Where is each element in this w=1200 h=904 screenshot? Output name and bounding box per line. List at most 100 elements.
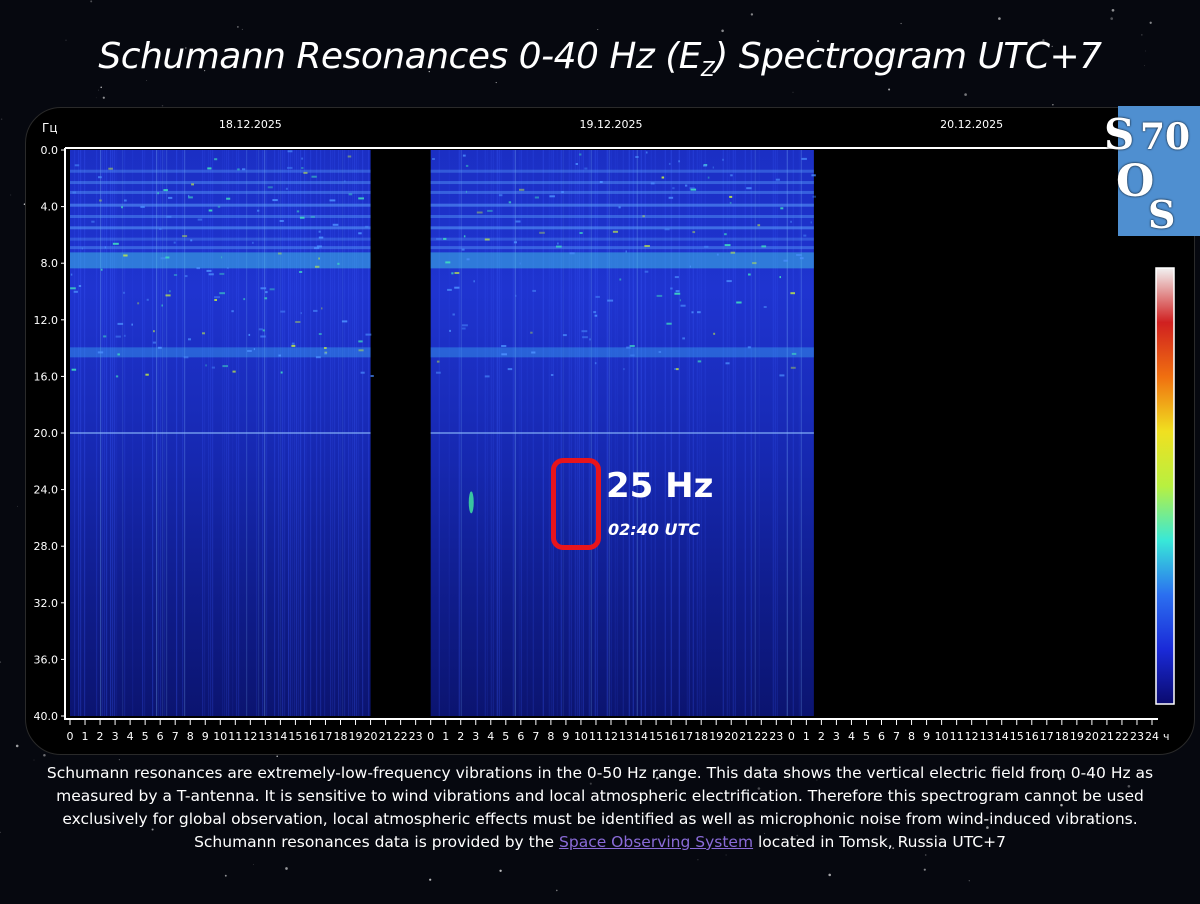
x-tick-label: 20	[1085, 730, 1099, 743]
signal-speckle	[593, 311, 597, 314]
signal-speckle	[115, 375, 119, 378]
signal-speckle	[329, 199, 336, 202]
signal-speckle	[315, 265, 320, 268]
signal-speckle	[315, 356, 321, 359]
signal-speckle	[131, 323, 133, 326]
signal-speckle	[358, 349, 364, 352]
x-tick-label: 6	[517, 730, 524, 743]
x-tick-label: 19	[349, 730, 363, 743]
x-tick-label: 22	[754, 730, 768, 743]
x-tick-label: 7	[172, 730, 179, 743]
signal-speckle	[452, 313, 455, 316]
y-tick-label: 20.0	[34, 427, 59, 440]
signal-speckle	[752, 262, 757, 265]
signal-speckle	[501, 353, 507, 356]
signal-speckle	[332, 223, 339, 226]
harmonic-line	[70, 215, 371, 219]
y-tick-label: 28.0	[34, 540, 59, 553]
signal-speckle	[775, 178, 780, 181]
signal-speckle	[531, 351, 536, 354]
signal-speckle	[436, 371, 441, 374]
signal-speckle	[272, 199, 278, 202]
signal-speckle	[650, 182, 655, 185]
signal-speckle	[252, 241, 254, 244]
x-tick-label: 15	[288, 730, 302, 743]
signal-speckle	[182, 235, 188, 238]
signal-speckle	[779, 374, 785, 377]
x-tick-label: 12	[965, 730, 979, 743]
signal-speckle	[300, 312, 302, 315]
signal-speckle	[729, 201, 732, 204]
signal-speckle	[635, 156, 639, 158]
signal-speckle	[311, 175, 317, 178]
signal-speckle	[347, 155, 352, 158]
signal-speckle	[97, 351, 104, 354]
signal-speckle	[242, 168, 246, 171]
harmonic-line	[430, 246, 814, 250]
signal-speckle	[208, 209, 213, 212]
signal-speckle	[166, 215, 172, 218]
signal-speckle	[461, 324, 468, 327]
signal-speckle	[579, 153, 582, 156]
space-observing-system-link[interactable]: Space Observing System	[559, 833, 753, 851]
signal-speckle	[447, 288, 452, 291]
x-tick-label: 16	[664, 730, 678, 743]
signal-speckle	[324, 347, 327, 349]
signal-speckle	[70, 287, 76, 290]
x-tick-label: 1	[803, 730, 810, 743]
signal-speckle	[253, 348, 255, 351]
y-tick-label: 0.0	[41, 144, 59, 157]
signal-speckle	[692, 231, 696, 234]
signal-speckle	[679, 299, 681, 302]
signal-speckle	[799, 257, 804, 260]
signal-speckle	[188, 338, 191, 341]
signal-speckle	[157, 192, 159, 195]
signal-speckle	[532, 289, 536, 292]
x-tick-label: 6	[878, 730, 885, 743]
signal-speckle	[498, 194, 503, 197]
signal-speckle	[443, 237, 447, 240]
x-tick-label: 22	[1115, 730, 1129, 743]
signal-speckle	[519, 188, 525, 191]
signal-speckle	[658, 351, 662, 353]
signal-speckle	[575, 163, 578, 165]
spectrogram-segment	[430, 150, 816, 716]
x-tick-label: 24	[1145, 730, 1159, 743]
x-tick-label: 0	[67, 730, 74, 743]
x-tick-label: 21	[379, 730, 393, 743]
signal-speckle	[484, 375, 490, 378]
y-tick-label: 40.0	[34, 710, 59, 723]
signal-speckle	[248, 333, 251, 336]
signal-speckle	[231, 310, 234, 313]
signal-speckle	[258, 328, 263, 331]
signal-speckle	[713, 332, 716, 335]
signal-speckle	[676, 368, 679, 371]
x-tick-label: 6	[157, 730, 164, 743]
signal-speckle	[287, 150, 293, 153]
harmonic-line	[70, 181, 371, 185]
resonance-band	[70, 432, 371, 434]
signal-speckle	[103, 335, 107, 338]
signal-speckle	[736, 301, 742, 304]
annotation-highlight-box	[551, 458, 601, 550]
signal-speckle	[71, 368, 77, 371]
signal-speckle	[462, 154, 466, 157]
signal-speckle	[157, 346, 162, 349]
signal-speckle	[644, 245, 650, 247]
signal-speckle	[703, 164, 707, 167]
signal-speckle	[301, 157, 304, 160]
date-label: 19.12.2025	[580, 118, 643, 131]
signal-speckle	[78, 285, 82, 287]
harmonic-line	[70, 246, 371, 250]
signal-speckle	[691, 311, 694, 314]
x-tick-label: 23	[769, 730, 783, 743]
signal-speckle	[670, 287, 673, 290]
x-tick-label: 1	[82, 730, 89, 743]
annotation-time-label: 02:40 UTC	[608, 520, 701, 539]
signal-speckle	[539, 231, 545, 234]
signal-speckle	[712, 166, 714, 169]
signal-speckle	[487, 209, 493, 212]
signal-speckle	[748, 273, 751, 276]
signal-speckle	[358, 197, 364, 200]
signal-speckle	[625, 250, 627, 253]
